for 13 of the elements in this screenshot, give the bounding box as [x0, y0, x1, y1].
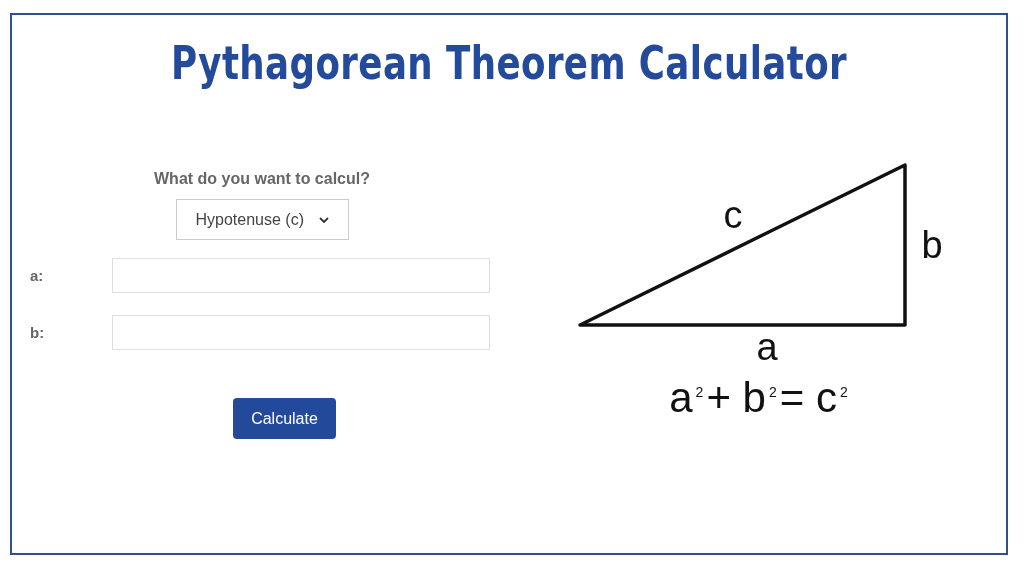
calculate-button[interactable]: Calculate	[233, 398, 336, 439]
page-title: Pythagorean Theorem Calculator	[171, 35, 847, 91]
input-field[interactable]	[112, 258, 490, 293]
formula: a$^{2}$+ b$^{2}$= c$^{2}$	[669, 375, 849, 421]
field-label: b:	[30, 324, 46, 341]
side-label: c	[723, 194, 743, 236]
question-label: What do you want to calcul?	[154, 169, 370, 189]
calculation-select[interactable]: Hypotenuse (c)	[175, 199, 349, 240]
side-label: b	[921, 224, 943, 266]
side-label: a	[756, 326, 778, 368]
input-field[interactable]	[112, 315, 490, 350]
chevron-down-icon	[318, 215, 330, 224]
field-label: a:	[30, 267, 45, 284]
